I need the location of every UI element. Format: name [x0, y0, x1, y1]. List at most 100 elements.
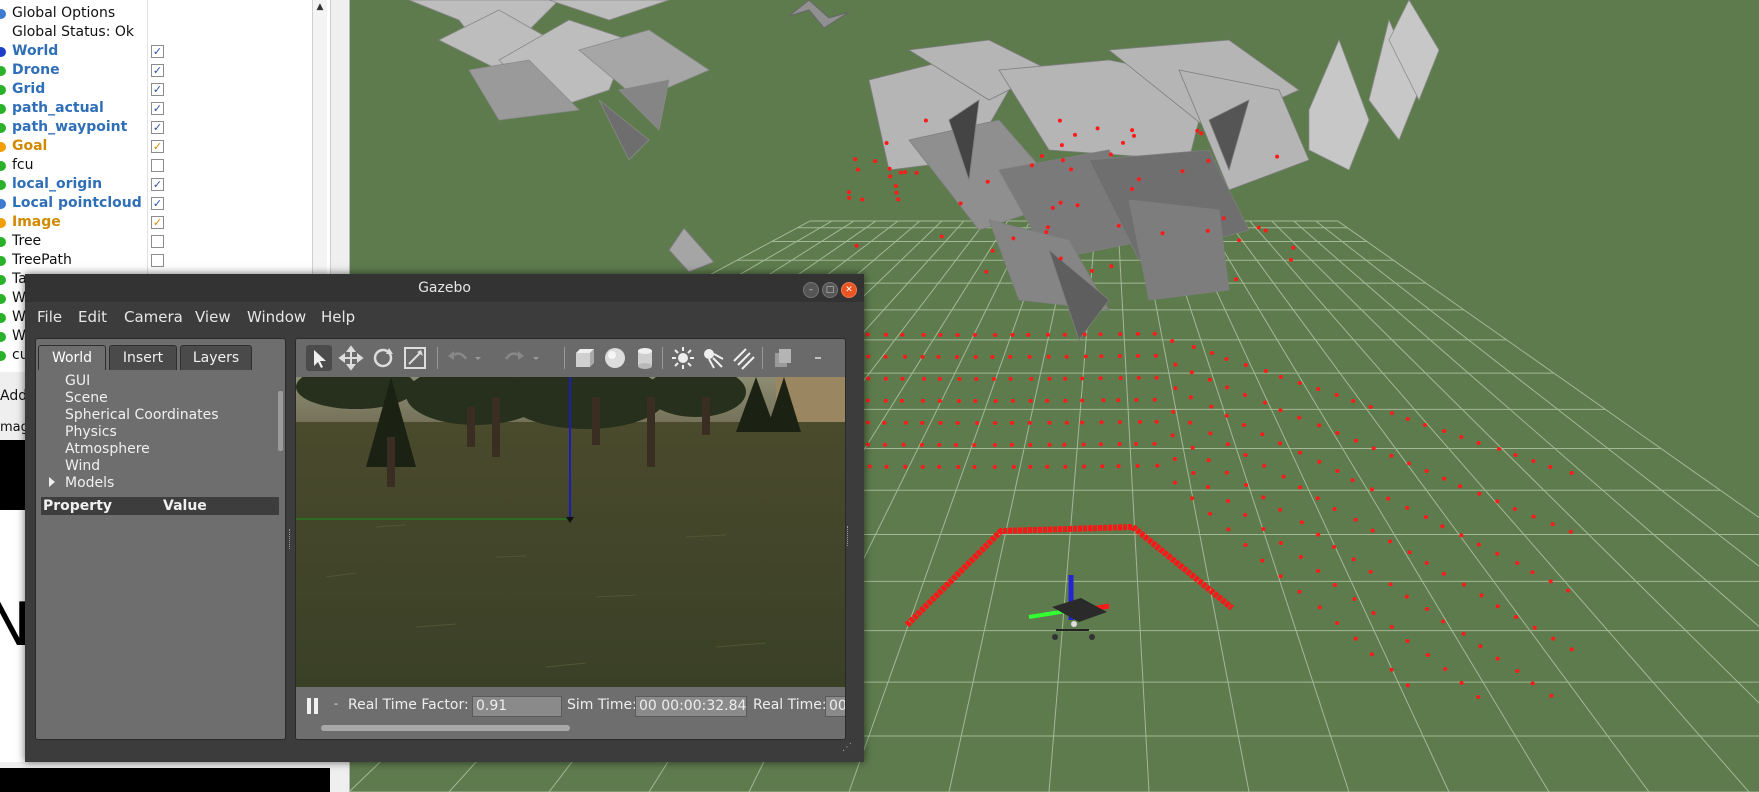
display-enable-checkbox[interactable]	[151, 254, 164, 267]
maximize-button[interactable]: □	[822, 282, 838, 298]
tab-world[interactable]: World	[38, 345, 106, 370]
display-name: local_origin	[12, 176, 103, 192]
gazebo-toolbar	[296, 339, 845, 377]
display-row[interactable]: Local pointcloud ✓	[0, 194, 330, 213]
menu-file[interactable]: File	[37, 308, 62, 326]
scroll-up-icon[interactable]: ▲	[315, 1, 325, 13]
display-status-icon	[0, 275, 6, 285]
display-enable-checkbox[interactable]	[151, 235, 164, 248]
menu-edit[interactable]: Edit	[78, 308, 107, 326]
display-status-icon	[0, 66, 6, 76]
sim-time-field: 00 00:00:32.844	[635, 696, 747, 717]
gazebo-titlebar[interactable]: Gazebo – □ ✕	[25, 274, 864, 302]
display-enable-checkbox[interactable]: ✓	[151, 64, 164, 77]
window-title: Gazebo	[418, 280, 471, 296]
translate-mode-icon[interactable]	[338, 345, 364, 371]
gazebo-3d-scene[interactable]	[296, 377, 845, 687]
display-enable-checkbox[interactable]: ✓	[151, 83, 164, 96]
status-bar-scrollbar[interactable]	[321, 725, 570, 731]
gazebo-menubar: File Edit Camera View Window Help	[25, 302, 864, 332]
toolbar-separator	[564, 347, 565, 369]
point-light-icon[interactable]	[670, 345, 696, 371]
tab-layers[interactable]: Layers	[180, 345, 252, 370]
display-name: TreePath	[12, 252, 72, 268]
resize-grip-icon[interactable]: ⋰	[842, 742, 854, 754]
display-row[interactable]: local_origin ✓	[0, 175, 330, 194]
toolbar-overflow-icon[interactable]	[812, 345, 824, 371]
panel-splitter-handle[interactable]	[289, 529, 293, 549]
display-name: path_waypoint	[12, 119, 128, 135]
tab-insert[interactable]: Insert	[109, 345, 177, 370]
expand-arrow-icon[interactable]	[49, 477, 55, 487]
display-enable-checkbox[interactable]	[151, 159, 164, 172]
display-enable-checkbox[interactable]: ✓	[151, 216, 164, 229]
world-item-scene[interactable]: Scene	[65, 390, 108, 407]
display-row[interactable]: fcu	[0, 156, 330, 175]
tree-mesh-right-pine	[1308, 0, 1440, 171]
redo-icon[interactable]	[502, 345, 528, 371]
display-row[interactable]: path_waypoint ✓	[0, 118, 330, 137]
display-enable-checkbox[interactable]: ✓	[151, 102, 164, 115]
undo-icon[interactable]	[444, 345, 470, 371]
display-enable-checkbox[interactable]: ✓	[151, 121, 164, 134]
real-time-label: Real Time:	[753, 697, 827, 713]
display-row[interactable]: Image ✓	[0, 213, 330, 232]
display-enable-checkbox[interactable]: ✓	[151, 140, 164, 153]
display-row[interactable]: TreePath	[0, 251, 330, 270]
directional-light-icon[interactable]	[730, 345, 756, 371]
spot-light-icon[interactable]	[700, 345, 726, 371]
sphere-shape-icon[interactable]	[602, 345, 628, 371]
tree-mesh-small-top	[788, 0, 850, 29]
rotate-mode-icon[interactable]	[370, 345, 396, 371]
redo-dropdown-icon[interactable]	[530, 345, 542, 371]
world-item-physics[interactable]: Physics	[65, 424, 117, 441]
real-time-factor-field: 0.91	[472, 696, 562, 717]
display-row[interactable]: Global Options	[0, 4, 330, 23]
display-row[interactable]: Drone ✓	[0, 61, 330, 80]
gazebo-render-panel: - Real Time Factor: 0.91 Sim Time: 00 00…	[295, 338, 846, 740]
world-item-models[interactable]: Models	[65, 475, 114, 492]
copy-icon[interactable]	[770, 345, 796, 371]
display-enable-checkbox[interactable]: ✓	[151, 197, 164, 210]
time-status-bar: - Real Time Factor: 0.91 Sim Time: 00 00…	[296, 687, 845, 739]
menu-help[interactable]: Help	[321, 308, 355, 326]
box-shape-icon[interactable]	[572, 345, 598, 371]
display-row[interactable]: path_actual ✓	[0, 99, 330, 118]
display-status-icon	[0, 332, 6, 342]
world-item-wind[interactable]: Wind	[65, 458, 100, 475]
display-row[interactable]: Global Status: Ok	[0, 23, 330, 42]
world-item-atmosphere[interactable]: Atmosphere	[65, 441, 150, 458]
display-name: Drone	[12, 62, 60, 78]
pause-icon[interactable]	[306, 697, 320, 715]
world-tree-scrollbar[interactable]	[278, 391, 283, 451]
image-panel-bottom-band	[0, 768, 330, 792]
right-panel-splitter-handle[interactable]	[847, 526, 851, 546]
real-time-factor-label: Real Time Factor:	[348, 697, 469, 713]
undo-dropdown-icon[interactable]	[472, 345, 484, 371]
world-tree: GUI Scene Spherical Coordinates Physics …	[40, 371, 283, 492]
select-mode-icon[interactable]	[306, 345, 332, 371]
toolbar-separator	[662, 347, 663, 369]
display-name: fcu	[12, 157, 34, 173]
display-row[interactable]: Grid ✓	[0, 80, 330, 99]
step-button[interactable]: -	[334, 697, 338, 710]
menu-view[interactable]: View	[195, 308, 231, 326]
minimize-button[interactable]: –	[803, 282, 819, 298]
display-status-icon	[0, 9, 6, 19]
cylinder-shape-icon[interactable]	[632, 345, 658, 371]
menu-camera[interactable]: Camera	[124, 308, 183, 326]
world-item-spherical-coordinates[interactable]: Spherical Coordinates	[65, 407, 219, 424]
close-button[interactable]: ✕	[841, 282, 857, 298]
display-enable-checkbox[interactable]: ✓	[151, 178, 164, 191]
scale-mode-icon[interactable]	[402, 345, 428, 371]
world-item-gui[interactable]: GUI	[65, 373, 90, 390]
display-status-icon	[0, 161, 6, 171]
toolbar-separator	[437, 347, 438, 369]
menu-window[interactable]: Window	[247, 308, 306, 326]
display-row[interactable]: World ✓	[0, 42, 330, 61]
display-row[interactable]: Goal ✓	[0, 137, 330, 156]
display-status-icon	[0, 104, 6, 114]
display-row[interactable]: Tree	[0, 232, 330, 251]
display-name: path_actual	[12, 100, 104, 116]
display-enable-checkbox[interactable]: ✓	[151, 45, 164, 58]
